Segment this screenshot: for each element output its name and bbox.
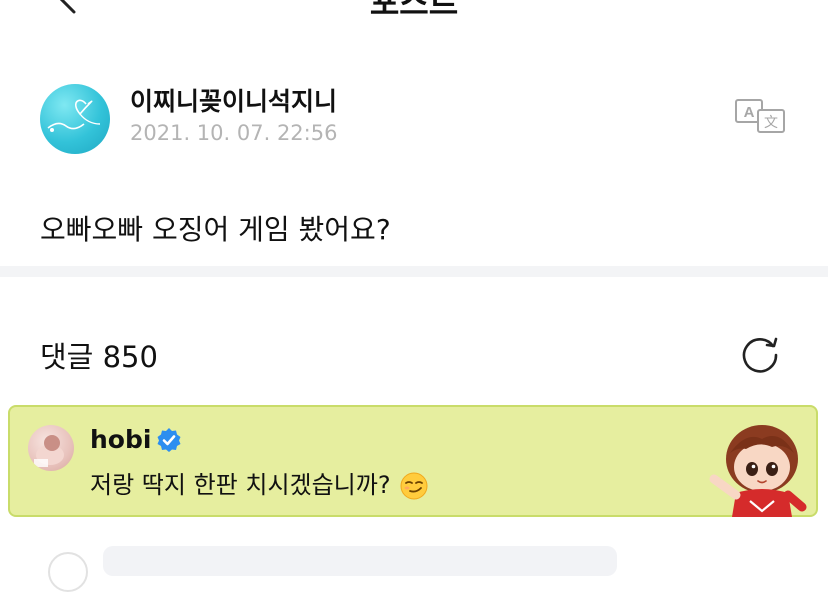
svg-text:文: 文	[764, 115, 778, 131]
next-comment-bubble[interactable]	[103, 546, 617, 576]
refresh-icon[interactable]	[740, 333, 780, 373]
more-options-button[interactable]: ···	[751, 0, 786, 9]
commenter-name[interactable]: hobi	[90, 425, 151, 454]
post-body: 오빠오빠 오징어 게임 봤어요?	[40, 213, 391, 246]
page-title: 포스트	[369, 0, 459, 20]
author-avatar[interactable]	[40, 84, 110, 154]
comments-count-header: 댓글 850	[40, 340, 158, 374]
svg-text:A: A	[744, 104, 755, 121]
commenter-photo-icon	[34, 435, 64, 467]
pinned-comment[interactable]: hobi 저랑 딱지 한판 치시겠습니까?	[8, 405, 818, 517]
heart-doodle-icon	[47, 99, 101, 132]
top-nav-bar: 포스트 ···	[0, 0, 828, 20]
section-divider	[0, 266, 828, 277]
author-name[interactable]: 이찌니꽂이니석지니	[130, 82, 337, 118]
comment-text: 저랑 딱지 한판 치시겠습니까?	[90, 465, 429, 501]
character-sticker-icon	[709, 425, 807, 517]
commenter-avatar[interactable]	[28, 425, 74, 471]
post-timestamp: 2021. 10. 07. 22:56	[130, 121, 338, 145]
translate-icon[interactable]: A 文	[734, 98, 786, 134]
comment-message: 저랑 딱지 한판 치시겠습니까?	[90, 471, 391, 499]
smirk-emoji-icon	[400, 472, 428, 500]
next-commenter-avatar[interactable]	[48, 552, 88, 592]
verified-badge-icon	[157, 428, 181, 452]
